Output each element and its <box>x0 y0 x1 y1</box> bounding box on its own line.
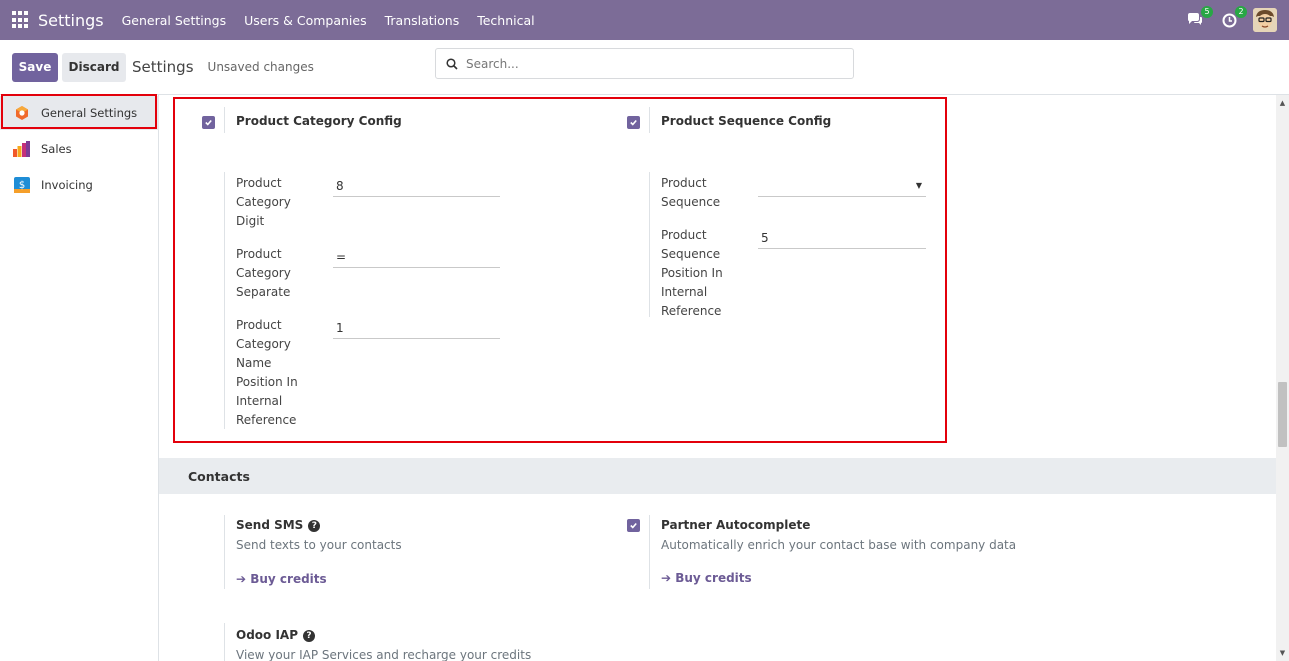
contacts-section-header: Contacts <box>159 458 1276 494</box>
search-icon <box>446 57 458 70</box>
app-title[interactable]: Settings <box>38 11 104 30</box>
divider <box>649 515 650 589</box>
partner-autocomplete-title: Partner Autocomplete <box>661 518 811 532</box>
product-sequence-position-input[interactable]: 5 <box>758 227 926 249</box>
product-category-separate-label: Product Category Separate <box>236 247 291 299</box>
activities-icon[interactable]: 2 <box>1217 6 1247 32</box>
menu-users-companies[interactable]: Users & Companies <box>244 13 366 28</box>
buy-credits-label: Buy credits <box>675 571 752 585</box>
help-icon[interactable]: ? <box>308 519 321 532</box>
odoo-iap-title: Odoo IAP? <box>236 628 316 642</box>
send-sms-title: Send SMS? <box>236 518 321 532</box>
highlight-box <box>1 94 157 129</box>
messages-icon[interactable]: 5 <box>1183 6 1213 32</box>
product-sequence-label: Product Sequence <box>661 176 721 209</box>
control-panel: Save Discard Settings Unsaved changes <box>0 40 1289 95</box>
buy-credits-label: Buy credits <box>250 572 327 586</box>
product-category-digit-input[interactable]: 8 <box>333 175 500 197</box>
divider <box>224 172 225 429</box>
product-category-name-position-label: Product Category Name Position In Intern… <box>236 318 298 427</box>
partner-autocomplete-description: Automatically enrich your contact base w… <box>661 538 1017 552</box>
svg-text:$: $ <box>18 180 24 191</box>
activities-badge: 2 <box>1235 6 1247 18</box>
sidebar-item-invoicing[interactable]: $ Invoicing <box>0 168 159 202</box>
breadcrumb-title: Settings <box>132 58 194 76</box>
arrow-right-icon: ➔ <box>236 572 251 586</box>
invoicing-icon: $ <box>13 177 30 194</box>
partner-autocomplete-checkbox[interactable] <box>627 519 640 532</box>
divider <box>224 107 225 133</box>
search-input[interactable] <box>466 56 826 71</box>
settings-content: Product Category Config Product Category… <box>159 95 1276 661</box>
menu-general-settings[interactable]: General Settings <box>122 13 227 28</box>
product-category-name-position-input[interactable]: 1 <box>333 317 500 339</box>
scroll-up-icon[interactable]: ▲ <box>1276 97 1289 110</box>
scroll-thumb[interactable] <box>1278 382 1287 447</box>
send-sms-label: Send SMS <box>236 518 304 532</box>
product-category-title: Product Category Config <box>236 114 402 128</box>
product-category-checkbox[interactable] <box>202 116 215 129</box>
top-navbar: Settings General Settings Users & Compan… <box>0 0 1289 40</box>
apps-menu-icon[interactable] <box>12 11 30 29</box>
sidebar-item-sales[interactable]: Sales <box>0 132 159 166</box>
product-sequence-title: Product Sequence Config <box>661 114 832 128</box>
divider <box>224 515 225 589</box>
send-sms-buy-credits-link[interactable]: ➔ Buy credits <box>236 572 327 586</box>
systray: 5 2 <box>1173 6 1277 32</box>
product-category-digit-label: Product Category Digit <box>236 176 291 228</box>
menu-technical[interactable]: Technical <box>477 13 534 28</box>
vertical-scrollbar[interactable]: ▲ ▼ <box>1276 95 1289 661</box>
search-box[interactable] <box>435 48 854 79</box>
divider <box>649 107 650 133</box>
sales-icon <box>13 141 30 158</box>
product-sequence-checkbox[interactable] <box>627 116 640 129</box>
user-avatar[interactable] <box>1253 8 1277 32</box>
sidebar-item-label: Invoicing <box>41 178 93 192</box>
odoo-iap-description: View your IAP Services and recharge your… <box>236 648 532 661</box>
product-sequence-select[interactable]: ▼ <box>758 175 926 197</box>
product-category-separate-input[interactable]: = <box>333 246 500 268</box>
arrow-right-icon: ➔ <box>661 571 676 585</box>
section-title: Contacts <box>188 468 250 484</box>
caret-down-icon: ▼ <box>915 181 922 190</box>
product-sequence-position-label: Product Sequence Position In Internal Re… <box>661 228 723 318</box>
divider <box>649 172 650 317</box>
scroll-down-icon[interactable]: ▼ <box>1276 647 1289 660</box>
sidebar-item-label: Sales <box>41 142 72 156</box>
menu-translations[interactable]: Translations <box>385 13 460 28</box>
main-menu: General Settings Users & Companies Trans… <box>122 13 553 28</box>
partner-autocomplete-buy-credits-link[interactable]: ➔ Buy credits <box>661 571 752 585</box>
save-button[interactable]: Save <box>12 52 58 82</box>
help-icon[interactable]: ? <box>303 629 316 642</box>
unsaved-indicator: Unsaved changes <box>207 60 314 74</box>
send-sms-description: Send texts to your contacts <box>236 538 402 552</box>
settings-sidebar: General Settings Sales $ Invoicing <box>0 94 159 661</box>
odoo-iap-label: Odoo IAP <box>236 628 299 642</box>
messages-badge: 5 <box>1201 6 1213 18</box>
discard-button[interactable]: Discard <box>62 52 126 82</box>
divider <box>224 623 225 661</box>
